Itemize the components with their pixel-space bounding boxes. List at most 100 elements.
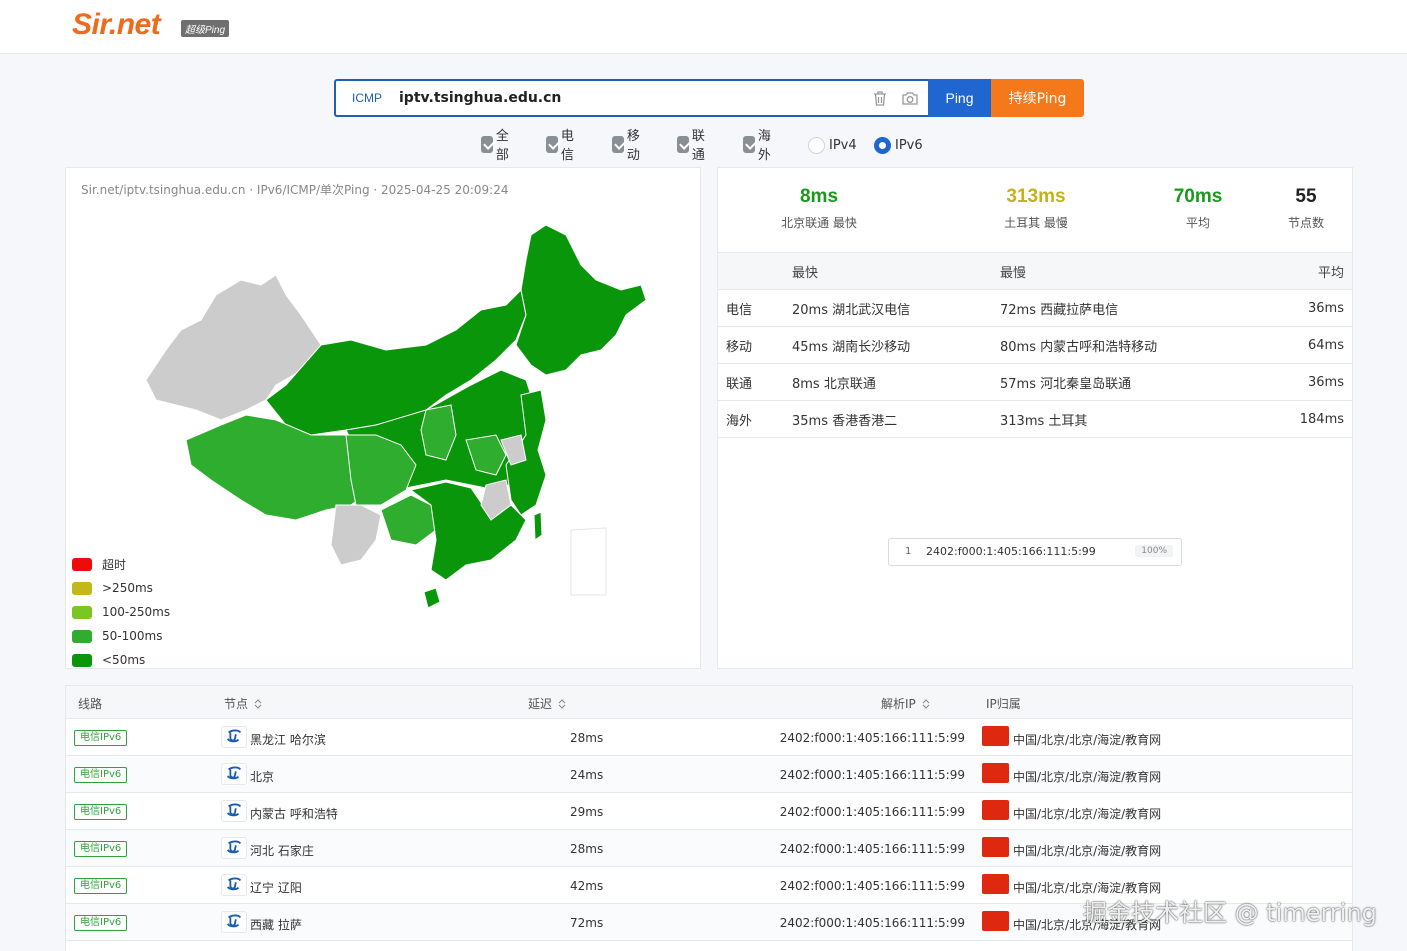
radio-label: IPv4 bbox=[829, 137, 857, 153]
south-sea-inset bbox=[570, 527, 607, 596]
resolved-ip: 2402:f000:1:405:166:111:5:99 bbox=[779, 842, 965, 856]
fastest-cell: 45ms 湖南长沙移动 bbox=[784, 326, 992, 364]
trash-icon[interactable] bbox=[872, 90, 888, 107]
china-flag-icon bbox=[982, 763, 1009, 783]
filter-label: 海外 bbox=[757, 129, 771, 163]
table-row[interactable]: 电信IPv6 黑龙江 哈尔滨 28ms 2402:f000:1:405:166:… bbox=[66, 719, 1352, 756]
legend-item: <50ms bbox=[72, 648, 170, 672]
column-header: 最慢 bbox=[992, 252, 1266, 290]
kpi-label: 节点数 bbox=[1287, 216, 1324, 230]
line-tag: 电信IPv6 bbox=[74, 841, 128, 857]
legend-swatch bbox=[72, 629, 92, 643]
legend-swatch bbox=[72, 605, 92, 619]
isp-table-header: 最快 最慢 平均 bbox=[718, 252, 1352, 290]
line-tag: 电信IPv6 bbox=[74, 915, 128, 931]
site-logo[interactable]: Sir.net bbox=[72, 8, 161, 42]
slowest-cell: 72ms 西藏拉萨电信 bbox=[992, 289, 1266, 327]
column-header: 平均 bbox=[1265, 252, 1352, 290]
map-panel: Sir.net/iptv.tsinghua.edu.cn · IPv6/ICMP… bbox=[65, 167, 701, 669]
watermark: 掘金技术社区 @ timerring bbox=[1083, 899, 1377, 927]
checkbox-checked-icon bbox=[677, 135, 689, 153]
legend-label: 超时 bbox=[102, 557, 127, 572]
line-tag: 电信IPv6 bbox=[74, 767, 128, 783]
top-bar: Sir.net 超级Ping bbox=[0, 0, 1407, 54]
legend-label: >250ms bbox=[102, 581, 153, 595]
isp-name: 联通 bbox=[718, 363, 784, 401]
filter-label: 电信 bbox=[560, 129, 574, 163]
column-header-node[interactable]: 节点 bbox=[224, 695, 262, 712]
line-tag: 电信IPv6 bbox=[74, 730, 128, 746]
china-telecom-icon bbox=[221, 837, 247, 859]
ping-button[interactable]: Ping bbox=[928, 79, 991, 117]
isp-name: 移动 bbox=[718, 326, 784, 364]
china-telecom-icon bbox=[221, 874, 247, 896]
stats-panel: 8ms 北京联通 最快 313ms 土耳其 最慢 70ms 平均 55 节点数 … bbox=[717, 167, 1353, 669]
filter-all-checkbox[interactable]: 全部 bbox=[481, 129, 514, 163]
legend-item: 50-100ms bbox=[72, 624, 170, 648]
legend-swatch bbox=[72, 581, 92, 595]
column-header-delay[interactable]: 延迟 bbox=[528, 695, 566, 712]
legend-label: <50ms bbox=[102, 653, 146, 667]
legend-label: 100-250ms bbox=[102, 605, 171, 619]
node-name: 河北 石家庄 bbox=[250, 844, 314, 858]
china-flag-icon bbox=[982, 874, 1009, 894]
delay-value: 28ms bbox=[570, 731, 604, 745]
delay-value: 42ms bbox=[570, 879, 604, 893]
isp-name: 电信 bbox=[718, 289, 784, 327]
resolved-ip: 2402:f000:1:405:166:111:5:99 bbox=[779, 916, 965, 930]
ip-geo: 中国/北京/北京/海淀/教育网 bbox=[1013, 807, 1162, 821]
radio-icon bbox=[808, 136, 825, 154]
filter-label: 全部 bbox=[495, 129, 509, 163]
sort-icon bbox=[558, 699, 566, 709]
search-bar: ICMP Ping 持续Ping bbox=[334, 79, 1084, 117]
table-row[interactable]: 电信IPv6 北京 24ms 2402:f000:1:405:166:111:5… bbox=[66, 756, 1352, 793]
kpi-fastest: 8ms 北京联通 最快 bbox=[739, 186, 899, 231]
table-row: 海外 35ms 香港香港二 313ms 土耳其 184ms bbox=[718, 400, 1352, 438]
legend-item: 100-250ms bbox=[72, 600, 170, 624]
delay-value: 28ms bbox=[570, 842, 604, 856]
column-header bbox=[718, 252, 784, 290]
camera-icon[interactable] bbox=[901, 90, 919, 107]
continuous-ping-button[interactable]: 持续Ping bbox=[991, 79, 1084, 117]
ip-address: 2402:f000:1:405:166:111:5:99 bbox=[926, 545, 1096, 558]
column-header-label: 解析IP bbox=[881, 697, 916, 711]
slowest-cell: 313ms 土耳其 bbox=[992, 400, 1266, 438]
target-input[interactable] bbox=[399, 87, 859, 109]
resolved-ip: 2402:f000:1:405:166:111:5:99 bbox=[779, 805, 965, 819]
china-latency-map[interactable] bbox=[126, 220, 646, 620]
isp-stats-table: 最快 最慢 平均 电信 20ms 湖北武汉电信 72ms 西藏拉萨电信 36ms… bbox=[718, 252, 1352, 438]
ipv4-radio[interactable]: IPv4 bbox=[808, 135, 857, 155]
delay-value: 24ms bbox=[570, 768, 604, 782]
fastest-cell: 8ms 北京联通 bbox=[784, 363, 992, 401]
filter-unicom-checkbox[interactable]: 联通 bbox=[677, 129, 710, 163]
kpi-label: 北京联通 最快 bbox=[781, 216, 857, 230]
average-cell: 36ms bbox=[1265, 363, 1352, 401]
protocol-selector[interactable]: ICMP bbox=[352, 91, 382, 105]
ipv6-radio[interactable]: IPv6 bbox=[874, 135, 923, 155]
checkbox-checked-icon bbox=[481, 135, 493, 153]
china-telecom-icon bbox=[221, 800, 247, 822]
table-row: 移动 45ms 湖南长沙移动 80ms 内蒙古呼和浩特移动 64ms bbox=[718, 326, 1352, 364]
table-row: 电信 20ms 湖北武汉电信 72ms 西藏拉萨电信 36ms bbox=[718, 289, 1352, 327]
ip-geo: 中国/北京/北京/海淀/教育网 bbox=[1013, 844, 1162, 858]
filter-telecom-checkbox[interactable]: 电信 bbox=[546, 129, 579, 163]
radio-label: IPv6 bbox=[895, 137, 923, 153]
filter-overseas-checkbox[interactable]: 海外 bbox=[743, 129, 776, 163]
sort-icon bbox=[254, 699, 262, 709]
sort-icon bbox=[922, 699, 930, 709]
line-tag: 电信IPv6 bbox=[74, 804, 128, 820]
slowest-cell: 80ms 内蒙古呼和浩特移动 bbox=[992, 326, 1266, 364]
china-telecom-icon bbox=[221, 726, 247, 748]
region-northeast bbox=[515, 224, 646, 376]
ip-percent-badge: 100% bbox=[1135, 545, 1173, 557]
filter-label: 移动 bbox=[626, 129, 640, 163]
column-header-ip[interactable]: 解析IP bbox=[881, 695, 930, 712]
table-row[interactable]: 电信IPv6 内蒙古 呼和浩特 29ms 2402:f000:1:405:166… bbox=[66, 793, 1352, 830]
filter-mobile-checkbox[interactable]: 移动 bbox=[612, 129, 645, 163]
legend-swatch bbox=[72, 653, 92, 667]
legend-label: 50-100ms bbox=[102, 629, 163, 643]
checkbox-checked-icon bbox=[612, 135, 624, 153]
table-row[interactable]: 电信IPv6 河北 石家庄 28ms 2402:f000:1:405:166:1… bbox=[66, 830, 1352, 867]
column-header-label: 节点 bbox=[224, 697, 249, 711]
delay-value: 29ms bbox=[570, 805, 604, 819]
